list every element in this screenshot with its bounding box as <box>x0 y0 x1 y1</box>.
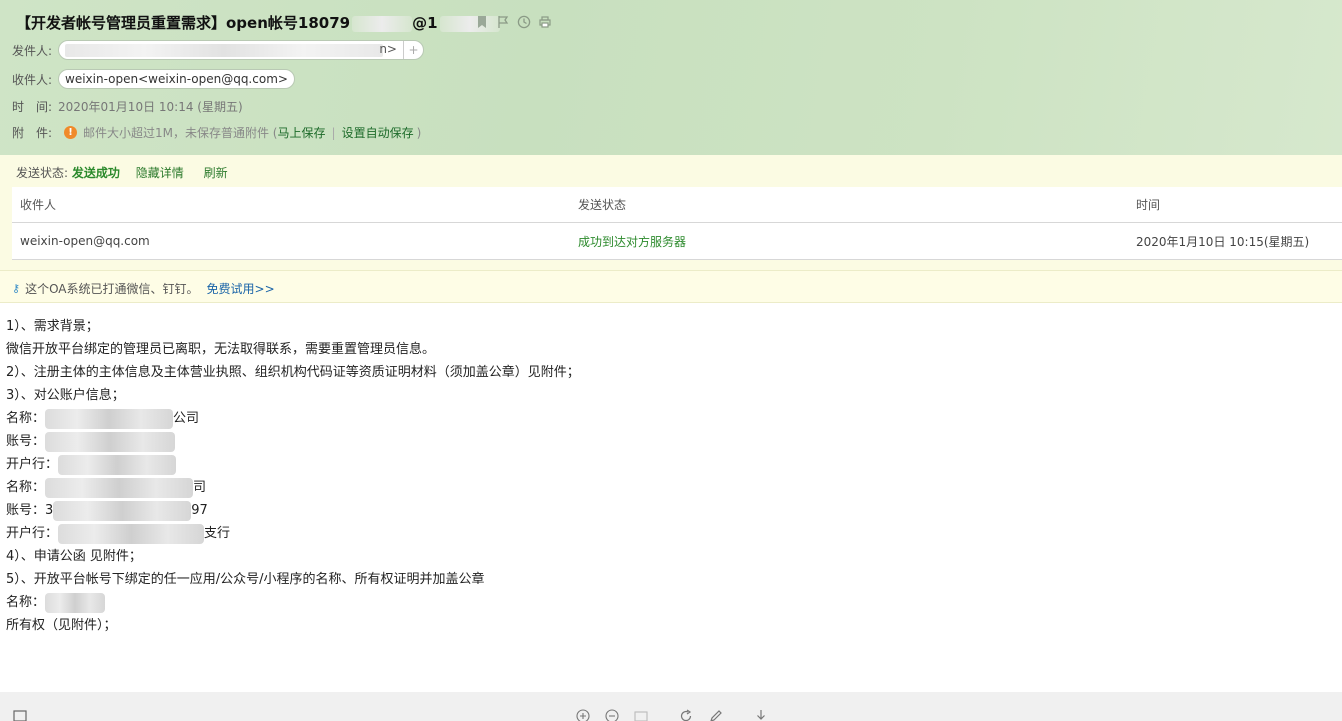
body-line: 账号： <box>6 430 580 453</box>
warning-icon: ! <box>64 126 77 139</box>
preview-toolbar <box>0 692 1342 721</box>
clock-icon[interactable] <box>516 14 531 29</box>
promo-bar: ⚷ 这个OA系统已打通微信、钉钉。 免费试用>> <box>0 270 1342 303</box>
cell-recipient: weixin-open@qq.com <box>20 234 150 248</box>
cell-time: 2020年1月10日 10:15(星期五) <box>1136 234 1310 249</box>
promo-text: 这个OA系统已打通微信、钉钉。 <box>25 282 199 296</box>
body-line: 微信开放平台绑定的管理员已离职，无法取得联系，需要重置管理员信息。 <box>6 342 436 357</box>
field-label: 账号：3 <box>6 503 54 518</box>
to-label: 收件人: <box>12 72 53 87</box>
column-header-time: 时间 <box>1136 198 1161 212</box>
field-tail: 公司 <box>173 411 200 426</box>
field-label: 名称： <box>6 480 46 495</box>
send-status-panel: 发送状态: 发送成功 隐藏详情 刷新 收件人 发送状态 时间 weixin-op… <box>0 155 1342 270</box>
zoom-out-icon[interactable] <box>605 709 619 721</box>
field-label: 开户行： <box>6 457 59 472</box>
redacted-block <box>45 592 106 613</box>
sender-pill[interactable]: n> + <box>58 40 424 60</box>
table-header: 收件人 发送状态 时间 <box>12 187 1342 223</box>
table-row: weixin-open@qq.com 成功到达对方服务器 2020年1月10日 … <box>12 223 1342 259</box>
body-line: 3）、对公账户信息； <box>6 388 125 403</box>
mail-subject: 【开发者帐号管理员重置需求】open帐号18079 @1 <box>16 12 500 33</box>
body-line: 开户行： <box>6 453 580 476</box>
promo-content: ⚷ 这个OA系统已打通微信、钉钉。 免费试用>> <box>12 280 275 297</box>
paren-close: ) <box>416 125 422 140</box>
rotate-icon[interactable] <box>679 709 693 721</box>
window-icon[interactable] <box>13 709 27 721</box>
save-now-link[interactable]: 马上保存 <box>278 124 326 141</box>
column-header-status: 发送状态 <box>578 198 627 212</box>
redacted-block <box>352 15 413 32</box>
send-status-value: 发送成功 <box>71 166 120 180</box>
separator: | <box>331 125 336 140</box>
redacted-block <box>45 431 176 452</box>
body-line: 2）、注册主体的主体信息及主体营业执照、组织机构代码证等资质证明材料（须加盖公章… <box>6 365 580 380</box>
redacted-block <box>58 523 205 544</box>
send-status-line: 发送状态: 发送成功 隐藏详情 刷新 <box>16 164 244 181</box>
time-label: 时 间: <box>12 100 53 114</box>
field-tail: 97 <box>191 503 208 518</box>
redacted-block <box>58 454 177 475</box>
body-line: 5）、开放平台帐号下绑定的任一应用/公众号/小程序的名称、所有权证明并加盖公章 <box>6 572 485 587</box>
redacted-block <box>53 500 192 521</box>
body-line: 1）、需求背景； <box>6 319 99 334</box>
field-tail: 司 <box>193 480 207 495</box>
sender-tail: n> <box>379 42 397 56</box>
send-status-table: 收件人 发送状态 时间 weixin-open@qq.com 成功到达对方服务器… <box>12 187 1342 260</box>
edit-icon[interactable] <box>709 709 723 721</box>
from-label: 发件人: <box>12 43 53 58</box>
to-row: 收件人: weixin-open<weixin-open@qq.com> <box>12 69 295 89</box>
key-icon: ⚷ <box>12 282 21 295</box>
cell-status: 成功到达对方服务器 <box>578 234 687 249</box>
print-icon[interactable] <box>537 14 552 29</box>
field-label: 账号： <box>6 434 46 449</box>
subject-text: 【开发者帐号管理员重置需求】open帐号18079 <box>16 14 351 32</box>
body-line: 4）、申请公函 见附件； <box>6 549 142 564</box>
redacted-block <box>45 477 194 498</box>
time-row: 时 间: 2020年01月10日 10:14 (星期五) <box>12 98 243 115</box>
attachment-row: 附 件: ! 邮件大小超过1M，未保存普通附件 ( 马上保存 | 设置自动保存 … <box>12 124 421 141</box>
body-line: 名称： <box>6 591 580 614</box>
redacted-block <box>45 408 174 429</box>
hide-details-link[interactable]: 隐藏详情 <box>136 166 184 180</box>
download-icon[interactable] <box>754 709 768 721</box>
attachment-warning: 邮件大小超过1M，未保存普通附件 ( <box>83 126 278 140</box>
subject-actions <box>474 14 552 29</box>
column-header-recipient: 收件人 <box>20 198 57 212</box>
field-label: 开户行： <box>6 526 59 541</box>
body-line: 开户行： 支行 <box>6 522 580 545</box>
bookmark-icon[interactable] <box>474 14 489 29</box>
recipient-pill[interactable]: weixin-open<weixin-open@qq.com> <box>58 69 295 89</box>
attachment-label: 附 件: <box>12 126 53 140</box>
field-tail: 支行 <box>204 526 231 541</box>
from-row: 发件人: n> + <box>12 40 424 60</box>
redacted-block <box>65 44 383 57</box>
mail-header: 【开发者帐号管理员重置需求】open帐号18079 @1 发件人: n> + 收件… <box>0 0 1342 155</box>
field-label: 名称： <box>6 595 46 610</box>
field-label: 名称： <box>6 411 46 426</box>
subject-tail: @1 <box>412 14 438 32</box>
body-line: 名称： 司 <box>6 476 580 499</box>
add-contact-button[interactable]: + <box>403 41 423 59</box>
mail-body: 1）、需求背景； 微信开放平台绑定的管理员已离职，无法取得联系，需要重置管理员信… <box>6 315 580 637</box>
free-trial-link[interactable]: 免费试用>> <box>207 280 275 297</box>
time-value: 2020年01月10日 10:14 (星期五) <box>58 100 243 114</box>
flag-icon[interactable] <box>495 14 510 29</box>
body-line: 账号：3 97 <box>6 499 580 522</box>
send-status-label: 发送状态: <box>16 166 69 180</box>
actual-size-icon[interactable] <box>634 709 648 721</box>
auto-save-link[interactable]: 设置自动保存 <box>342 124 414 141</box>
refresh-link[interactable]: 刷新 <box>204 166 228 180</box>
body-line: 所有权（见附件）； <box>6 618 117 633</box>
zoom-in-icon[interactable] <box>576 709 590 721</box>
body-line: 名称： 公司 <box>6 407 580 430</box>
